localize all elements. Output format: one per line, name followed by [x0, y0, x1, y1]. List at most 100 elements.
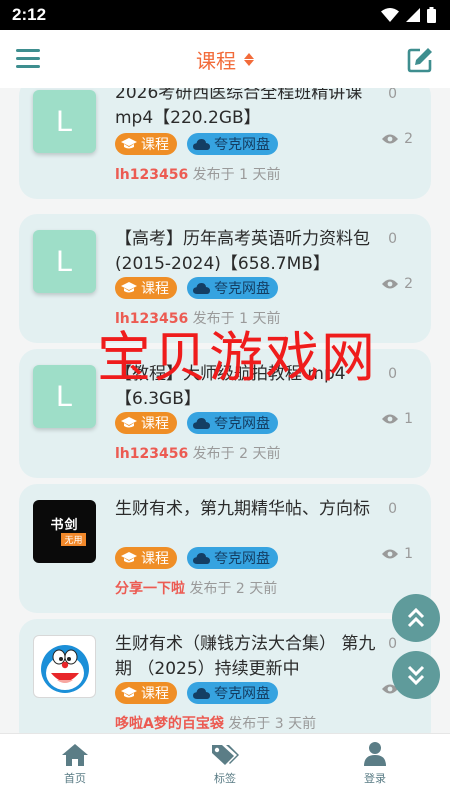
- signal-icon: [406, 8, 420, 22]
- status-icons: [381, 7, 436, 23]
- post-title[interactable]: 生财有术，第九期精华帖、方向标: [115, 497, 377, 522]
- eye-icon: [382, 414, 399, 424]
- author-name[interactable]: lh123456: [115, 446, 188, 462]
- disk-tag[interactable]: 夸克网盘: [187, 682, 278, 704]
- like-count: 0: [388, 88, 397, 102]
- app-bar: 课程: [0, 30, 450, 88]
- disk-tag-label: 夸克网盘: [214, 137, 270, 153]
- post-meta: lh123456 发布于 1 天前: [115, 164, 280, 184]
- category-tag[interactable]: 课程: [115, 547, 177, 569]
- home-icon: [62, 744, 88, 766]
- view-count-value: 1: [404, 411, 413, 427]
- post-thumbnail: 书剑 无用: [33, 500, 96, 563]
- graduation-cap-icon: [121, 282, 137, 293]
- view-count: 1: [382, 411, 413, 427]
- nav-home-label: 首页: [64, 772, 86, 785]
- post-title[interactable]: 生财有术（赚钱方法大合集） 第九期 （2025）持续更新中: [115, 632, 377, 682]
- view-count-value: 2: [404, 131, 413, 147]
- view-count: 2: [382, 276, 413, 292]
- post-list[interactable]: L 2026考研西医综合全程班精讲课mp4【220.2GB】 课程 夸克网盘 l…: [0, 88, 450, 733]
- post-title[interactable]: 【高考】历年高考英语听力资料包 (2015-2024)【658.7MB】: [115, 227, 377, 277]
- disk-tag[interactable]: 夸克网盘: [187, 547, 278, 569]
- double-chevron-down-icon: [407, 665, 425, 685]
- post-card[interactable]: 书剑 无用 生财有术，第九期精华帖、方向标 课程 夸克网盘 分享一下啦 发布于 …: [19, 484, 431, 613]
- wifi-icon: [381, 8, 399, 22]
- post-thumbnail: L: [33, 90, 96, 153]
- author-name[interactable]: 分享一下啦: [115, 581, 185, 597]
- like-count: 0: [388, 636, 397, 652]
- graduation-cap-icon: [121, 417, 137, 428]
- status-time: 2:12: [12, 5, 47, 24]
- view-count-value: 1: [404, 546, 413, 562]
- disk-tag-label: 夸克网盘: [214, 281, 270, 297]
- post-card[interactable]: 生财有术（赚钱方法大合集） 第九期 （2025）持续更新中 课程 夸克网盘 哆啦…: [19, 619, 431, 733]
- graduation-cap-icon: [121, 138, 137, 149]
- scroll-top-button[interactable]: [392, 594, 440, 642]
- post-time: 发布于 3 天前: [228, 716, 317, 732]
- user-icon: [364, 742, 386, 766]
- tags-icon: [212, 745, 239, 765]
- nav-login-label: 登录: [364, 772, 386, 785]
- disk-tag-label: 夸克网盘: [214, 416, 270, 432]
- category-tag-label: 课程: [141, 686, 169, 702]
- post-thumbnail: [33, 635, 96, 698]
- post-time: 发布于 1 天前: [192, 167, 281, 183]
- menu-icon[interactable]: [16, 49, 40, 69]
- edit-icon[interactable]: [406, 46, 434, 74]
- disk-tag[interactable]: 夸克网盘: [187, 412, 278, 434]
- post-meta: 分享一下啦 发布于 2 天前: [115, 578, 277, 598]
- eye-icon: [382, 279, 399, 289]
- like-count: 0: [388, 501, 397, 517]
- author-name[interactable]: 哆啦A梦的百宝袋: [115, 716, 224, 732]
- like-count: 0: [388, 366, 397, 382]
- nav-tags[interactable]: 标签: [150, 734, 300, 800]
- post-card[interactable]: L 2026考研西医综合全程班精讲课mp4【220.2GB】 课程 夸克网盘 l…: [19, 88, 431, 199]
- cloud-icon: [193, 418, 210, 429]
- category-tag[interactable]: 课程: [115, 277, 177, 299]
- graduation-cap-icon: [121, 687, 137, 698]
- cloud-icon: [193, 283, 210, 294]
- scroll-bottom-button[interactable]: [392, 651, 440, 699]
- view-count-value: 2: [404, 276, 413, 292]
- disk-tag-label: 夸克网盘: [214, 551, 270, 567]
- double-chevron-up-icon: [407, 608, 425, 628]
- category-tag-label: 课程: [141, 281, 169, 297]
- post-meta: 哆啦A梦的百宝袋 发布于 3 天前: [115, 713, 316, 733]
- disk-tag[interactable]: 夸克网盘: [187, 133, 278, 155]
- nav-home[interactable]: 首页: [0, 734, 150, 800]
- category-selector[interactable]: 课程: [196, 45, 254, 74]
- graduation-cap-icon: [121, 552, 137, 563]
- post-thumbnail: L: [33, 230, 96, 293]
- post-thumbnail: L: [33, 365, 96, 428]
- post-time: 发布于 2 天前: [189, 581, 278, 597]
- cloud-icon: [193, 139, 210, 150]
- thumbnail-text: 书剑: [50, 516, 79, 532]
- status-bar: 2:12: [0, 0, 450, 30]
- sort-icon: [244, 52, 254, 66]
- like-count: 0: [388, 231, 397, 247]
- battery-icon: [427, 7, 436, 23]
- view-count: 1: [382, 546, 413, 562]
- post-time: 发布于 2 天前: [192, 446, 281, 462]
- category-tag[interactable]: 课程: [115, 412, 177, 434]
- eye-icon: [382, 549, 399, 559]
- category-tag-label: 课程: [141, 551, 169, 567]
- thumbnail-badge: 无用: [61, 532, 86, 546]
- category-tag-label: 课程: [141, 416, 169, 432]
- cloud-icon: [193, 553, 210, 564]
- page-title: 课程: [196, 48, 236, 73]
- disk-tag-label: 夸克网盘: [214, 686, 270, 702]
- nav-login[interactable]: 登录: [300, 734, 450, 800]
- disk-tag[interactable]: 夸克网盘: [187, 277, 278, 299]
- watermark-text: 宝贝游戏网: [97, 326, 377, 389]
- post-title[interactable]: 2026考研西医综合全程班精讲课mp4【220.2GB】: [115, 88, 377, 131]
- eye-icon: [382, 134, 399, 144]
- view-count: 2: [382, 131, 413, 147]
- category-tag[interactable]: 课程: [115, 682, 177, 704]
- category-tag-label: 课程: [141, 137, 169, 153]
- post-meta: lh123456 发布于 2 天前: [115, 443, 280, 463]
- nav-tags-label: 标签: [214, 772, 236, 785]
- author-name[interactable]: lh123456: [115, 167, 188, 183]
- category-tag[interactable]: 课程: [115, 133, 177, 155]
- bottom-nav: 首页 标签 登录: [0, 733, 450, 800]
